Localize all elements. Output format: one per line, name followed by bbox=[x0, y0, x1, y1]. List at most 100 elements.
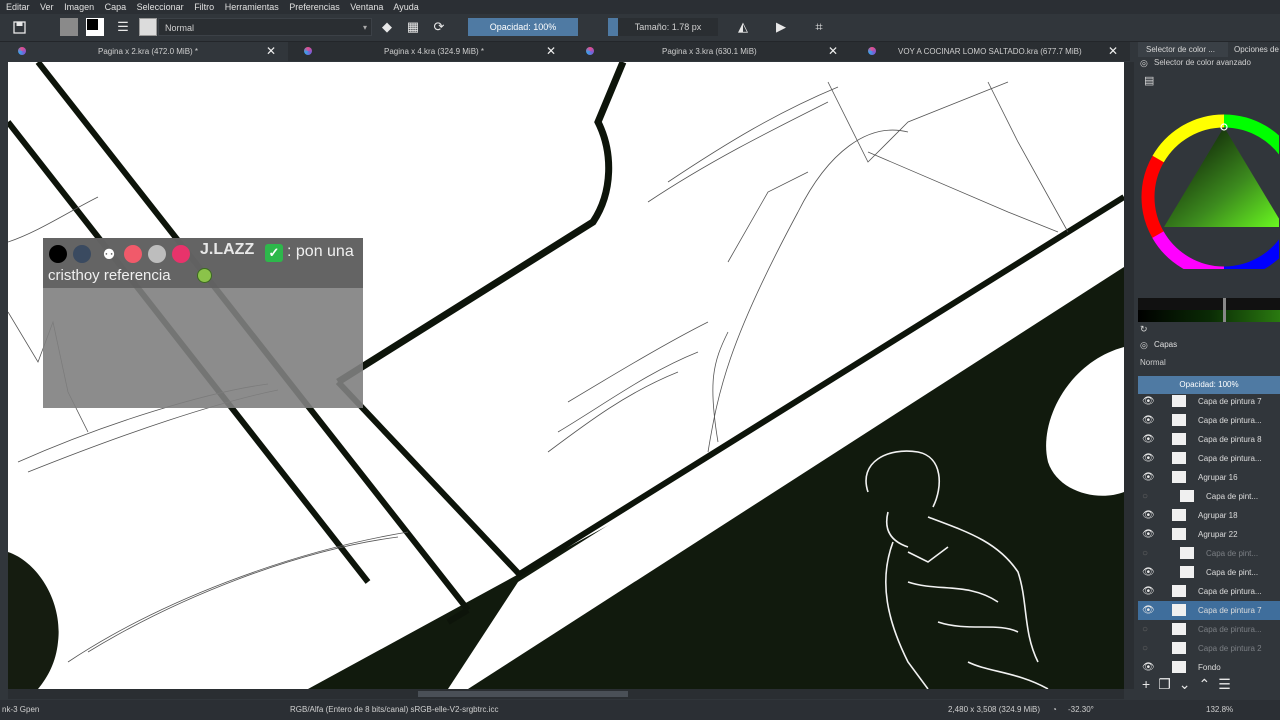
layer-thumbnail bbox=[1180, 490, 1194, 502]
mirror-horizontal-icon[interactable]: ◭ bbox=[734, 18, 752, 36]
menu-capa[interactable]: Capa bbox=[105, 2, 127, 12]
layer-thumbnail bbox=[1172, 604, 1186, 616]
visibility-eye-icon[interactable]: 👁 bbox=[1142, 411, 1155, 430]
visibility-eye-icon[interactable]: 👁 bbox=[1142, 525, 1155, 544]
chat-message-line1: ⚉ J.LAZZ ✓ : pon una cristhoy referencia bbox=[43, 238, 363, 288]
menu-preferencias[interactable]: Preferencias bbox=[289, 2, 340, 12]
close-icon[interactable]: ✕ bbox=[546, 42, 556, 61]
menu-ventana[interactable]: Ventana bbox=[350, 2, 383, 12]
avatar bbox=[73, 245, 91, 263]
mirror-vertical-icon[interactable]: ▶ bbox=[772, 18, 790, 36]
rotation-icon: ◔ bbox=[1052, 705, 1057, 714]
color-settings-icon[interactable]: ▤ bbox=[1144, 74, 1154, 87]
layer-row[interactable]: ○ Capa de pintura... bbox=[1138, 620, 1280, 639]
layer-row[interactable]: 👁 Capa de pintura... bbox=[1138, 411, 1280, 430]
layer-row[interactable]: 👁 Capa de pintura 7 bbox=[1138, 392, 1280, 411]
layer-row[interactable]: 👁 Capa de pintura 7 bbox=[1138, 601, 1280, 620]
visibility-eye-icon[interactable]: 👁 bbox=[1142, 601, 1155, 620]
reload-preset-icon[interactable]: ⟳ bbox=[430, 18, 448, 36]
layer-thumbnail bbox=[1180, 547, 1194, 559]
tab-lomo-saltado[interactable]: VOY A COCINAR LOMO SALTADO.kra (677.7 Mi… bbox=[850, 42, 1130, 61]
duplicate-icon[interactable]: ❐ bbox=[1158, 676, 1179, 692]
horizontal-scrollbar[interactable] bbox=[8, 689, 1124, 699]
visibility-eye-icon[interactable]: 👁 bbox=[1142, 582, 1155, 601]
vertical-scrollbar[interactable] bbox=[1124, 62, 1134, 689]
move-up-icon[interactable]: ⌃ bbox=[1198, 676, 1218, 692]
layer-row[interactable]: ○ Capa de pint... bbox=[1138, 487, 1280, 506]
menu-ver[interactable]: Ver bbox=[40, 2, 54, 12]
visibility-eye-icon[interactable]: 👁 bbox=[1142, 658, 1155, 677]
preserve-alpha-icon[interactable]: ▦ bbox=[404, 18, 422, 36]
menu-editar[interactable]: Editar bbox=[6, 2, 30, 12]
tab-tool-options[interactable]: Opciones de bbox=[1234, 42, 1279, 57]
close-icon[interactable]: ✕ bbox=[828, 42, 838, 61]
layer-blend-mode[interactable]: Normal bbox=[1140, 358, 1166, 367]
layer-name: Agrupar 18 bbox=[1198, 511, 1238, 520]
layer-thumbnail bbox=[1172, 661, 1186, 673]
menubar: Editar Ver Imagen Capa Seleccionar Filtr… bbox=[0, 0, 1280, 14]
visibility-eye-icon[interactable]: 👁 bbox=[1142, 468, 1155, 487]
add-layer-icon[interactable]: + bbox=[1142, 676, 1158, 692]
layer-row[interactable]: 👁 Fondo bbox=[1138, 658, 1280, 677]
user-badge-icon bbox=[172, 245, 190, 263]
layer-name: Agrupar 16 bbox=[1198, 473, 1238, 482]
visibility-eye-icon[interactable]: 👁 bbox=[1142, 506, 1155, 525]
visibility-eye-icon[interactable]: 👁 bbox=[1142, 392, 1155, 411]
visibility-eye-icon[interactable]: ○ bbox=[1142, 544, 1148, 563]
brush-preset-thumbnail[interactable] bbox=[139, 18, 157, 36]
layer-row[interactable]: 👁 Capa de pintura... bbox=[1138, 582, 1280, 601]
tab-color-selector[interactable]: Selector de color ... bbox=[1138, 42, 1228, 57]
document-tabs: Pagina x 2.kra (472.0 MiB) * ✕ Pagina x … bbox=[0, 42, 1130, 61]
color-wheel[interactable] bbox=[1139, 99, 1279, 269]
docker-float-icon[interactable]: ◎ bbox=[1140, 58, 1148, 69]
refresh-icon[interactable]: ↻ bbox=[1140, 324, 1148, 335]
eraser-icon[interactable]: ◆ bbox=[378, 18, 396, 36]
tab-pagina-3[interactable]: Pagina x 3.kra (630.1 MiB) ✕ bbox=[568, 42, 850, 61]
opacity-slider[interactable]: Opacidad: 100% bbox=[468, 18, 578, 36]
menu-imagen[interactable]: Imagen bbox=[64, 2, 94, 12]
menu-ayuda[interactable]: Ayuda bbox=[393, 2, 418, 12]
emoji-icon bbox=[197, 268, 212, 283]
menu-filtro[interactable]: Filtro bbox=[194, 2, 214, 12]
visibility-eye-icon[interactable]: 👁 bbox=[1142, 563, 1155, 582]
layer-row[interactable]: 👁 Capa de pintura 8 bbox=[1138, 430, 1280, 449]
layer-row[interactable]: ○ Capa de pintura 2 bbox=[1138, 639, 1280, 658]
layer-row[interactable]: 👁 Agrupar 18 bbox=[1138, 506, 1280, 525]
pattern-swatch[interactable] bbox=[60, 18, 78, 36]
layer-row[interactable]: 👁 Agrupar 16 bbox=[1138, 468, 1280, 487]
properties-icon[interactable]: ☰ bbox=[1218, 676, 1239, 692]
chat-message-text-2: cristhoy referencia bbox=[48, 267, 171, 284]
blend-mode-select[interactable]: Normal ▾ bbox=[158, 18, 372, 36]
visibility-eye-icon[interactable]: ○ bbox=[1142, 639, 1148, 658]
layer-row[interactable]: 👁 Capa de pintura... bbox=[1138, 449, 1280, 468]
layer-thumbnail bbox=[1180, 566, 1194, 578]
visibility-eye-icon[interactable]: 👁 bbox=[1142, 449, 1155, 468]
size-slider[interactable]: Tamaño: 1.78 px bbox=[608, 18, 718, 36]
docker-float-icon[interactable]: ◎ bbox=[1140, 340, 1148, 351]
tab-pagina-2[interactable]: Pagina x 2.kra (472.0 MiB) * ✕ bbox=[0, 42, 288, 61]
menu-seleccionar[interactable]: Seleccionar bbox=[137, 2, 184, 12]
layer-name: Capa de pintura... bbox=[1198, 587, 1262, 596]
layer-row[interactable]: ○ Capa de pint... bbox=[1138, 544, 1280, 563]
brush-presets-icon[interactable]: ☰ bbox=[114, 18, 132, 36]
visibility-eye-icon[interactable]: ○ bbox=[1142, 487, 1148, 506]
visibility-eye-icon[interactable]: ○ bbox=[1142, 620, 1148, 639]
close-icon[interactable]: ✕ bbox=[1108, 42, 1118, 61]
gift-icon bbox=[124, 245, 142, 263]
move-down-icon[interactable]: ⌄ bbox=[1179, 676, 1199, 692]
zoom-level[interactable]: 132.8% bbox=[1206, 700, 1233, 720]
color-history-bar[interactable] bbox=[1138, 298, 1280, 322]
wrap-around-icon[interactable]: ⌗ bbox=[810, 18, 828, 36]
layer-row[interactable]: 👁 Agrupar 22 bbox=[1138, 525, 1280, 544]
save-icon[interactable] bbox=[10, 18, 28, 36]
visibility-eye-icon[interactable]: 👁 bbox=[1142, 430, 1155, 449]
color-selector-title: Selector de color avanzado bbox=[1154, 58, 1251, 67]
fg-bg-color-icon[interactable] bbox=[86, 18, 104, 36]
close-icon[interactable]: ✕ bbox=[266, 42, 276, 61]
layer-row[interactable]: 👁 Capa de pint... bbox=[1138, 563, 1280, 582]
layer-thumbnail bbox=[1172, 642, 1186, 654]
layer-name: Capa de pintura 7 bbox=[1198, 606, 1262, 615]
image-dimensions[interactable]: 2,480 x 3,508 (324.9 MiB) bbox=[948, 700, 1040, 720]
tab-pagina-4[interactable]: Pagina x 4.kra (324.9 MiB) * ✕ bbox=[286, 42, 568, 61]
menu-herramientas[interactable]: Herramientas bbox=[225, 2, 279, 12]
